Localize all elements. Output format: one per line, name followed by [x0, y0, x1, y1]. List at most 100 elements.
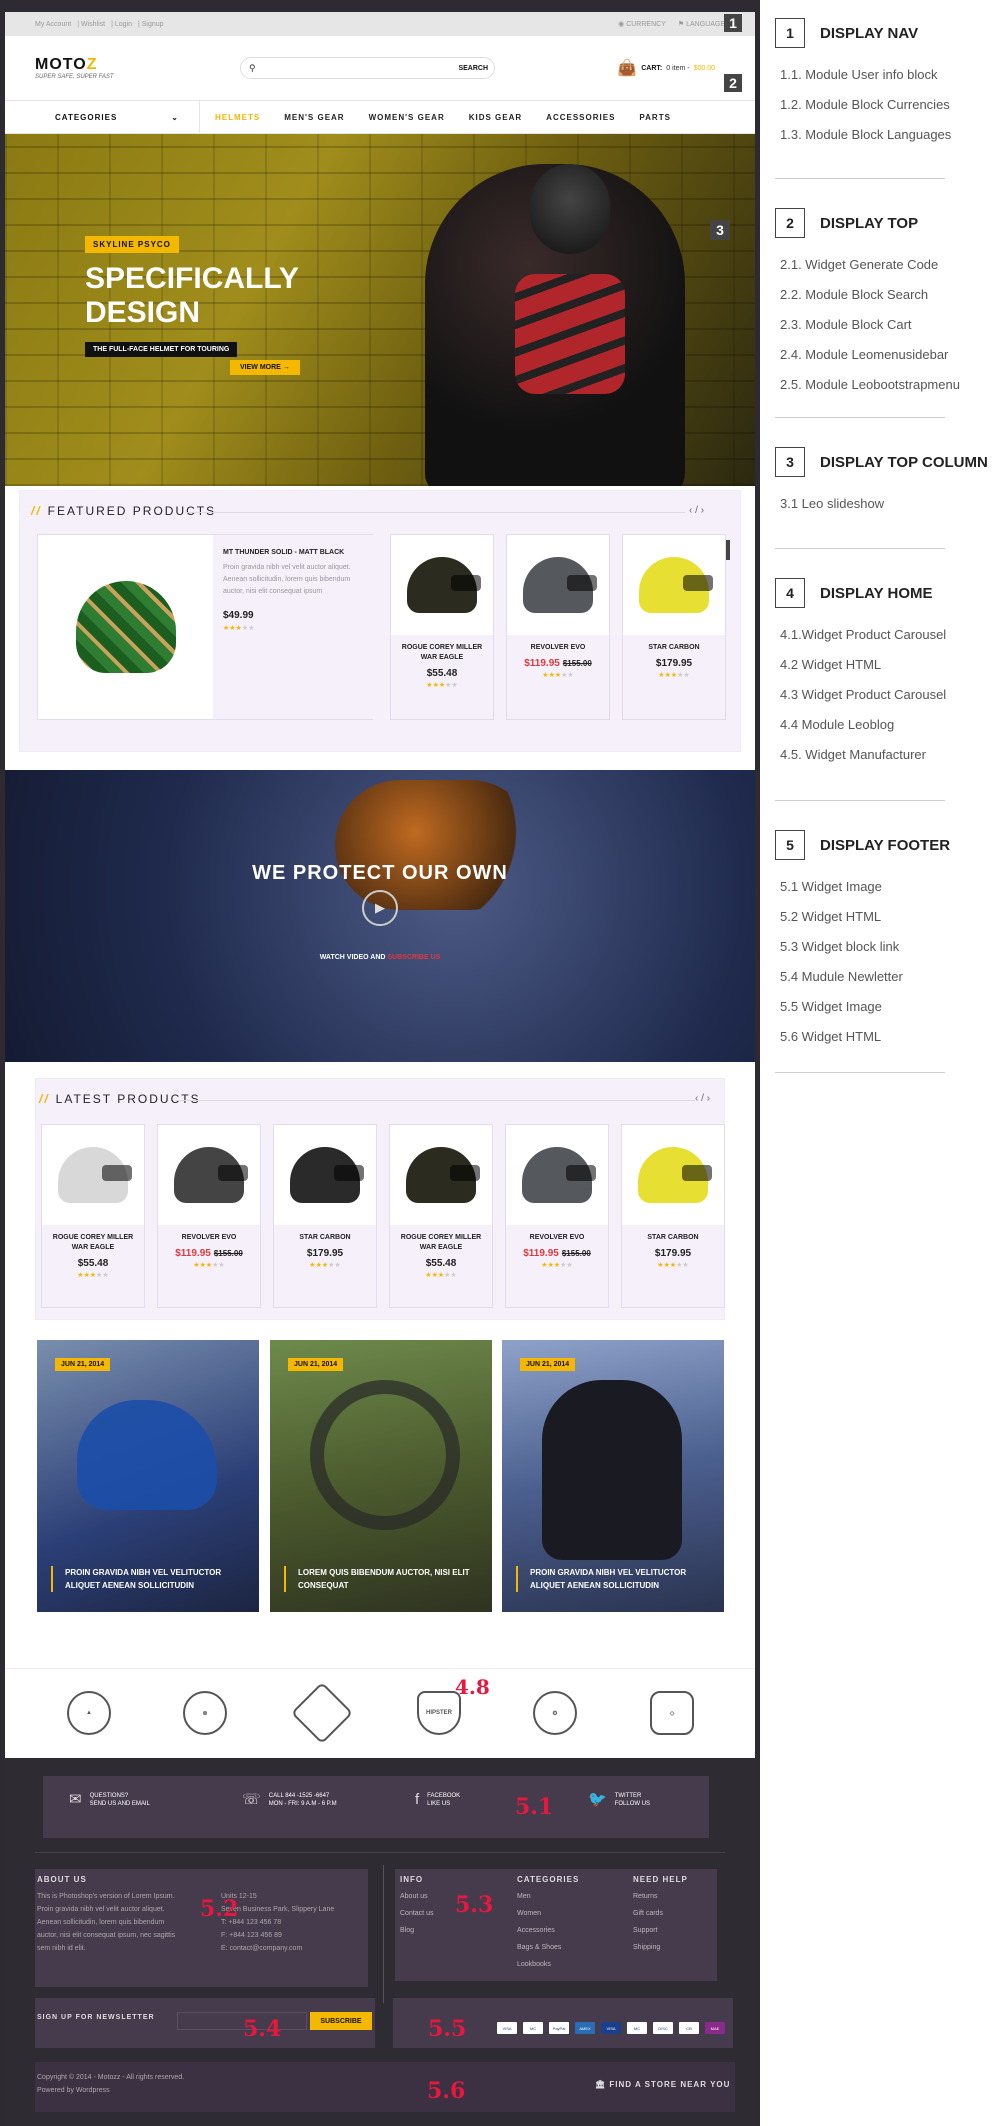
categories-dropdown[interactable]: CATEGORIES ⌄ [5, 100, 200, 134]
product-card[interactable]: REVOLVER EVO $119.95 $155.00 ★★★★★ [505, 1124, 609, 1308]
legend-header: 3 DISPLAY TOP COLUMN [775, 447, 988, 477]
footer-link[interactable]: Contact us [400, 1910, 433, 1917]
product-price-row: $119.95 $155.00 [506, 1248, 608, 1259]
newsletter-title: SIGN UP FOR NEWSLETTER [37, 2014, 155, 2021]
product-image [158, 1125, 260, 1225]
product-price: $55.48 [426, 668, 458, 679]
product-card[interactable]: STAR CARBON $179.95 ★★★★★ [273, 1124, 377, 1308]
manufacturer-logo-2[interactable]: ⊚ [183, 1691, 227, 1735]
slash-mark: // [39, 1092, 50, 1106]
product-card[interactable]: STAR CARBON $179.95 ★★★★★ [621, 1124, 725, 1308]
newsletter-email-input[interactable] [177, 2012, 307, 2030]
menu-item-womens-gear[interactable]: WOMEN'S GEAR [369, 113, 445, 122]
footer-link[interactable]: Lookbooks [517, 1961, 551, 1968]
product-info: REVOLVER EVO $119.95 $155.00 ★★★★★ [506, 1225, 608, 1307]
contact-text: CALL 844 -1525 -6647 MON - FRI: 9 A.M - 6… [269, 1792, 337, 1808]
carousel-arrows: ‹ / › [695, 1093, 711, 1104]
manufacturer-logo-1[interactable]: ▲ [67, 1691, 111, 1735]
product-card[interactable]: ROGUE COREY MILLER WAR EAGLE $55.48 ★★★★★ [390, 534, 494, 720]
legend-title: DISPLAY FOOTER [820, 836, 951, 854]
product-name[interactable]: ROGUE COREY MILLER WAR EAGLE [391, 643, 493, 663]
footer-link[interactable]: About us [400, 1893, 428, 1900]
footer-link[interactable]: Support [633, 1927, 658, 1934]
menu-item-helmets[interactable]: HELMETS [215, 113, 260, 122]
product-name[interactable]: REVOLVER EVO [507, 643, 609, 653]
manufacturer-logo-5[interactable]: ⚙ [533, 1691, 577, 1735]
phone-icon: ☏ [242, 1791, 261, 1808]
view-more-button[interactable]: VIEW MORE → [230, 360, 300, 375]
footer-link[interactable]: Shipping [633, 1944, 660, 1951]
mail-icon: ✉ [69, 1791, 82, 1808]
link-login[interactable]: Login [115, 21, 132, 28]
blog-post-2[interactable]: JUN 21, 2014 LOREM QUIS BIBENDUM AUCTOR,… [270, 1340, 492, 1612]
product-name[interactable]: ROGUE COREY MILLER WAR EAGLE [42, 1233, 144, 1253]
product-name[interactable]: STAR CARBON [622, 1233, 724, 1243]
blog-date: JUN 21, 2014 [55, 1358, 111, 1371]
contact-item[interactable]: f FACEBOOK LIKE US [415, 1792, 460, 1808]
categories-label: CATEGORIES [55, 112, 118, 122]
blog-post-3[interactable]: JUN 21, 2014 PROIN GRAVIDA NIBH VEL VELI… [502, 1340, 724, 1612]
contact-item[interactable]: 🐦 TWITTER FOLLOW US [588, 1792, 650, 1808]
footer-link[interactable]: Bags & Shoes [517, 1944, 561, 1951]
product-price: $55.48 [425, 1258, 457, 1269]
rating-stars: ★★★★★ [425, 1272, 457, 1279]
product-card[interactable]: REVOLVER EVO $119.95 $155.00 ★★★★★ [157, 1124, 261, 1308]
prev-arrow[interactable]: ‹ [689, 505, 692, 516]
manufacturer-logo-6[interactable]: ◇ [650, 1691, 694, 1735]
address-line: Seven Business Park, Slippery Lane [221, 1906, 335, 1913]
menu-item-kids-gear[interactable]: KIDS GEAR [469, 113, 522, 122]
arrow-right-icon: → [282, 364, 290, 371]
footer-link[interactable]: Blog [400, 1927, 414, 1934]
product-name[interactable]: REVOLVER EVO [158, 1233, 260, 1243]
product-name[interactable]: ROGUE COREY MILLER WAR EAGLE [390, 1233, 492, 1253]
link-wishlist[interactable]: Wishlist [81, 21, 105, 28]
link-my-account[interactable]: My Account [35, 21, 71, 28]
subscribe-link[interactable]: SUBSCRIBE US [387, 954, 440, 961]
footer-divider [383, 1865, 384, 2003]
product-name[interactable]: STAR CARBON [274, 1233, 376, 1243]
legend-item: 5.3 Widget block link [780, 939, 900, 954]
logo[interactable]: MOTOZ SUPER SAFE, SUPER FAST [35, 56, 205, 80]
next-arrow[interactable]: › [707, 1093, 710, 1104]
footer-link[interactable]: Gift cards [633, 1910, 663, 1917]
currency-selector[interactable]: ◉ CURRENCY [618, 20, 666, 28]
prev-arrow[interactable]: ‹ [695, 1093, 698, 1104]
product-name[interactable]: MT THUNDER SOLID - MATT BLACK [223, 549, 363, 556]
product-card[interactable]: STAR CARBON $179.95 ★★★★★ [622, 534, 726, 720]
contact-item[interactable]: ☏ CALL 844 -1525 -6647 MON - FRI: 9 A.M - … [242, 1792, 337, 1808]
language-selector[interactable]: ⚑ LANGUAGE [678, 20, 725, 28]
footer-link[interactable]: Women [517, 1910, 541, 1917]
product-card[interactable]: ROGUE COREY MILLER WAR EAGLE $55.48 ★★★★★ [41, 1124, 145, 1308]
product-card[interactable]: ROGUE COREY MILLER WAR EAGLE $55.48 ★★★★★ [389, 1124, 493, 1308]
link-signup[interactable]: Signup [142, 21, 164, 28]
legend-section: 4 DISPLAY HOME 4.1.Widget Product Carousel… [775, 578, 946, 770]
product-name[interactable]: REVOLVER EVO [506, 1233, 608, 1243]
footer-link[interactable]: Returns [633, 1893, 658, 1900]
subscribe-button[interactable]: SUBSCRIBE [310, 2012, 372, 2030]
featured-big-card[interactable]: MT THUNDER SOLID - MATT BLACK Proin grav… [37, 534, 373, 720]
product-name[interactable]: STAR CARBON [623, 643, 725, 653]
latest-title-text: LATEST PRODUCTS [55, 1092, 201, 1106]
hero-slideshow[interactable]: SKYLINE PSYCO SPECIFICALLY DESIGN THE FUL… [5, 134, 755, 486]
contact-item[interactable]: ✉ QUESTIONS? SEND US AND EMAIL [69, 1792, 150, 1808]
cart-block[interactable]: 👜 CART: 0 item - $00.00 [617, 58, 715, 78]
footer-link[interactable]: Men [517, 1893, 531, 1900]
find-store-link[interactable]: 🏛 FIND A STORE NEAR YOU [595, 2080, 730, 2089]
search-button[interactable]: SEARCH [458, 65, 488, 72]
menu-item-accessories[interactable]: ACCESSORIES [546, 113, 615, 122]
menu-item-parts[interactable]: PARTS [639, 113, 671, 122]
legend-item: 4.5. Widget Manufacturer [780, 747, 926, 762]
next-arrow[interactable]: › [701, 505, 704, 516]
search-input[interactable] [267, 64, 448, 72]
menu-item-mens-gear[interactable]: MEN'S GEAR [284, 113, 344, 122]
marker-5-4: 5.4 [243, 2016, 282, 2042]
product-card[interactable]: REVOLVER EVO $119.95 $155.00 ★★★★★ [506, 534, 610, 720]
legend-title: DISPLAY HOME [820, 584, 933, 602]
blog-post-1[interactable]: JUN 21, 2014 PROIN GRAVIDA NIBH VEL VELI… [37, 1340, 259, 1612]
footer-link[interactable]: Accessories [517, 1927, 555, 1934]
legend-title: DISPLAY TOP [820, 214, 919, 232]
play-icon[interactable]: ▶ [362, 890, 398, 926]
legend-item: 1.3. Module Block Languages [780, 127, 952, 142]
title-rule [175, 1100, 695, 1101]
manufacturer-logo-3[interactable] [290, 1681, 354, 1745]
